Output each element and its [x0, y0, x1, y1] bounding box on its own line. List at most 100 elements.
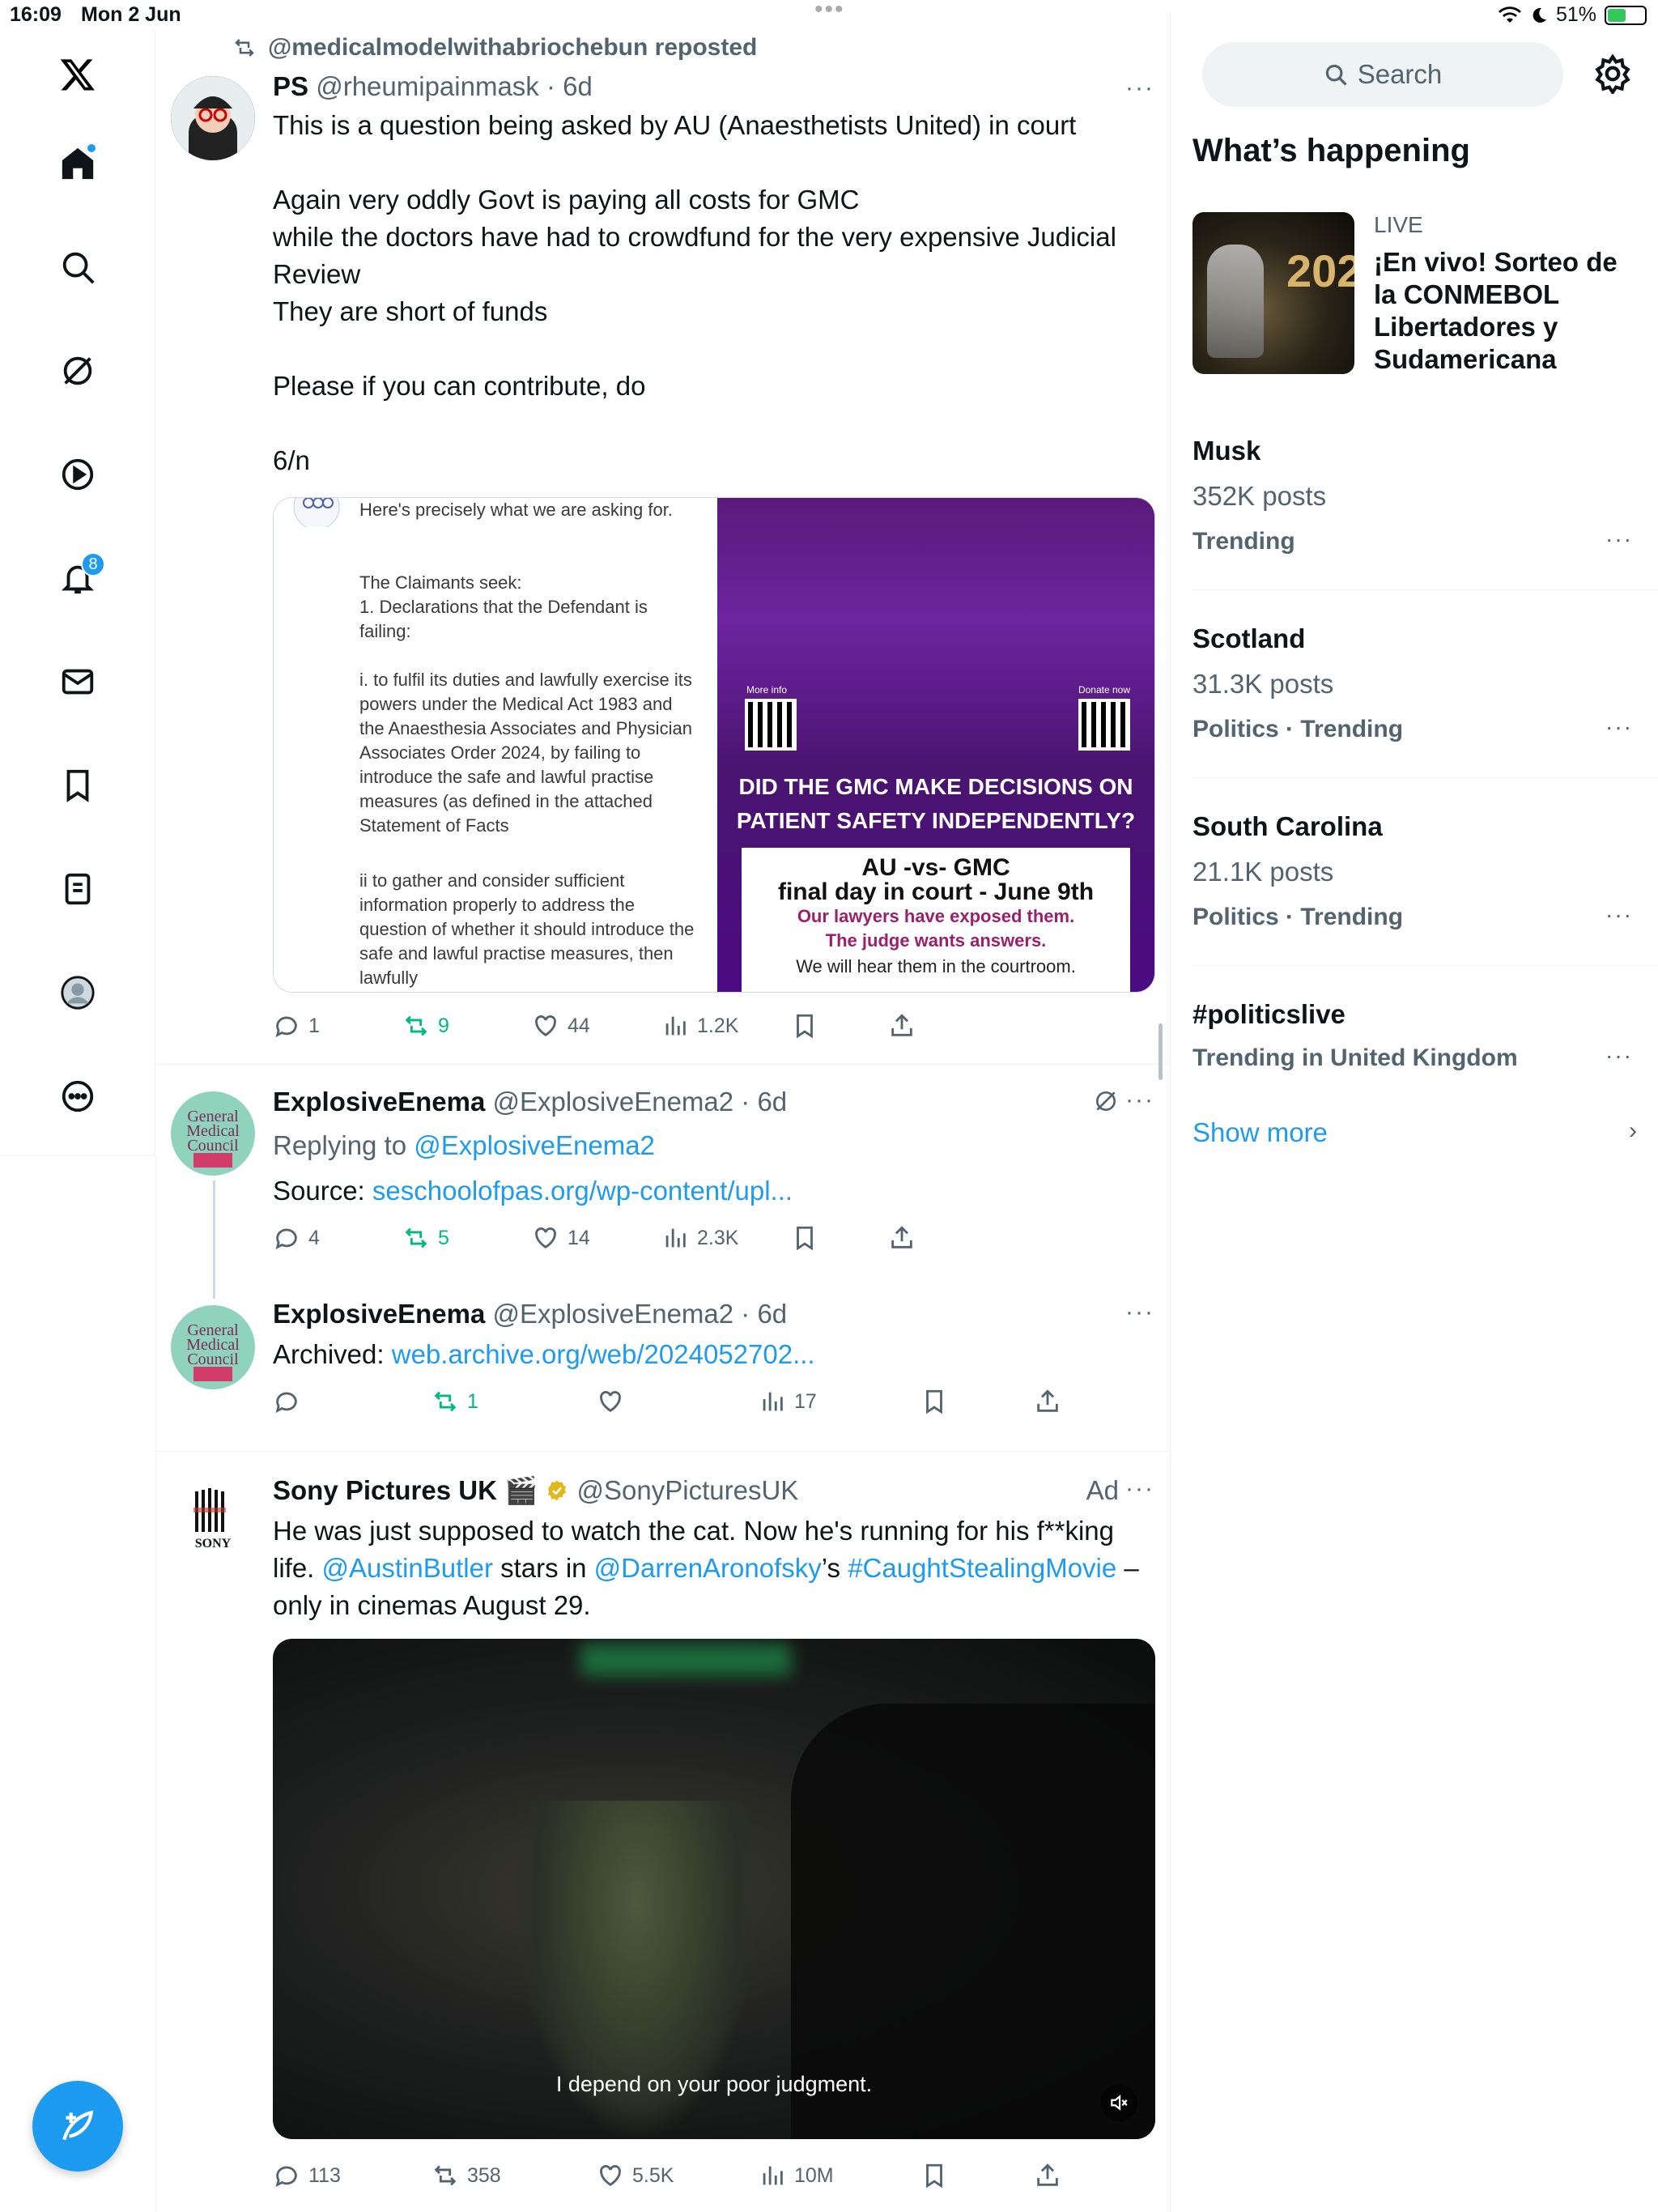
- reply-count: 1: [308, 1014, 320, 1037]
- notifications-bell-icon[interactable]: 8: [49, 549, 107, 607]
- repost-button[interactable]: 9: [402, 1012, 449, 1040]
- share-icon: [1037, 2163, 1058, 2186]
- like-count: 5.5K: [632, 2163, 674, 2187]
- trend-item[interactable]: #politicslive Trending in United Kingdom…: [1192, 999, 1646, 1088]
- grok-icon[interactable]: [49, 342, 107, 400]
- trend-more-button[interactable]: ···: [1605, 714, 1633, 740]
- views-button[interactable]: 2.3K: [661, 1224, 738, 1252]
- search-input[interactable]: Search: [1202, 42, 1563, 107]
- mention-austinbutler[interactable]: @AustinButler: [322, 1553, 493, 1583]
- repost-button[interactable]: 358: [432, 2162, 501, 2189]
- share-button[interactable]: [888, 1012, 916, 1040]
- profile-avatar-icon[interactable]: [49, 963, 107, 1022]
- post-more-button[interactable]: ···: [1125, 1087, 1154, 1114]
- doc-item-1: 1. Declarations that the Defendant is fa…: [359, 597, 648, 641]
- mention-darrenaronofsky[interactable]: @DarrenAronofsky: [594, 1553, 822, 1583]
- hashtag-caughtstealing[interactable]: #CaughtStealingMovie: [848, 1553, 1116, 1583]
- trend-item[interactable]: Musk 352K posts Trending ···: [1192, 436, 1646, 581]
- trend-category: Trending: [1192, 528, 1295, 555]
- post-explosiveenema-1[interactable]: General Medical Council ExplosiveEnema @…: [156, 1064, 1171, 1274]
- bookmarks-icon[interactable]: [49, 756, 107, 815]
- gmc-avatar[interactable]: General Medical Council: [171, 1305, 255, 1389]
- poster-box-subtitle: final day in court - June 9th: [777, 878, 1095, 905]
- reply-count: 4: [308, 1226, 320, 1249]
- share-button[interactable]: [888, 1224, 916, 1252]
- video-subtitle: I depend on your poor judgment.: [555, 2072, 873, 2096]
- replying-to-link[interactable]: @ExplosiveEnema2: [414, 1130, 655, 1160]
- author-handle[interactable]: @SonyPicturesUK: [577, 1475, 799, 1505]
- author-handle-time[interactable]: @rheumipainmask · 6d: [316, 71, 593, 101]
- speaker-muted-icon: [1111, 2095, 1128, 2111]
- bookmark-icon: [926, 1389, 942, 1414]
- repost-count: 5: [438, 1226, 449, 1249]
- trend-item[interactable]: Scotland 31.3K posts Politics · Trending…: [1192, 623, 1646, 769]
- trend-item[interactable]: South Carolina 21.1K posts Politics · Tr…: [1192, 811, 1646, 957]
- repost-button[interactable]: 1: [432, 1388, 478, 1415]
- repost-count: 358: [467, 2163, 501, 2187]
- grok-analyze-icon[interactable]: [1093, 1088, 1119, 1114]
- show-more-link[interactable]: Show more: [1192, 1117, 1328, 1148]
- post-more-button[interactable]: ···: [1125, 1299, 1154, 1326]
- archived-link[interactable]: web.archive.org/web/2024052702...: [392, 1339, 815, 1369]
- like-button[interactable]: 44: [532, 1012, 590, 1040]
- post-more-button[interactable]: ···: [1125, 74, 1154, 102]
- compose-post-button[interactable]: [32, 2081, 123, 2172]
- ad-video-player[interactable]: I depend on your poor judgment.: [273, 1639, 1155, 2139]
- author-name[interactable]: ExplosiveEnema: [273, 1299, 485, 1329]
- bookmark-button[interactable]: [791, 1012, 818, 1040]
- reply-button[interactable]: 4: [273, 1224, 320, 1252]
- post-text: This is a question being asked by AU (An…: [273, 110, 1116, 475]
- repost-count: 9: [438, 1014, 449, 1037]
- trend-post-count: 31.3K posts: [1192, 669, 1334, 699]
- bookmark-icon: [797, 1014, 813, 1039]
- reply-button[interactable]: 113: [273, 2162, 341, 2189]
- author-name[interactable]: ExplosiveEnema: [273, 1087, 485, 1117]
- repost-label[interactable]: @medicalmodelwithabriochebun reposted: [268, 34, 757, 62]
- messages-envelope-icon[interactable]: [49, 653, 107, 711]
- lists-icon[interactable]: [49, 860, 107, 918]
- thumbnail-year-text: 202: [1286, 245, 1354, 296]
- share-button[interactable]: [1034, 2162, 1061, 2189]
- home-icon[interactable]: [49, 134, 107, 193]
- heart-icon: [535, 1015, 556, 1037]
- post-image[interactable]: Here's precisely what we are asking for.…: [273, 497, 1155, 993]
- source-link[interactable]: seschoolofpas.org/wp-content/upl...: [372, 1176, 793, 1206]
- trend-more-button[interactable]: ···: [1605, 902, 1633, 928]
- like-button[interactable]: 5.5K: [597, 2162, 674, 2189]
- gmc-avatar[interactable]: General Medical Council: [171, 1091, 255, 1176]
- bookmark-button[interactable]: [920, 1388, 948, 1415]
- live-event-card[interactable]: 202 LIVE ¡En vivo! Sorteo de la CONMEBOL…: [1192, 212, 1646, 382]
- like-button[interactable]: [597, 1388, 624, 1415]
- post-explosiveenema-2[interactable]: General Medical Council ExplosiveEnema @…: [156, 1274, 1171, 1451]
- views-button[interactable]: 10M: [759, 2162, 834, 2189]
- live-label: LIVE: [1374, 212, 1423, 237]
- bookmark-button[interactable]: [920, 2162, 948, 2189]
- author-handle-time[interactable]: @ExplosiveEnema2 · 6d: [492, 1087, 787, 1117]
- post-ps[interactable]: @medicalmodelwithabriochebun reposted PS…: [156, 11, 1171, 1064]
- search-icon[interactable]: [49, 238, 107, 296]
- post-more-button[interactable]: ···: [1125, 1475, 1154, 1503]
- sony-pictures-logo[interactable]: SONY: [171, 1483, 255, 1568]
- post-sony-ad[interactable]: SONY Sony Pictures UK 🎬 @SonyPicturesUK …: [156, 1451, 1171, 2212]
- video-icon[interactable]: [49, 445, 107, 504]
- views-button[interactable]: 1.2K: [661, 1012, 738, 1040]
- repost-button[interactable]: 5: [402, 1224, 449, 1252]
- post-text: Source: seschoolofpas.org/wp-content/upl…: [273, 1172, 793, 1210]
- views-button[interactable]: 17: [759, 1388, 817, 1415]
- more-options-icon[interactable]: [49, 1067, 107, 1125]
- author-name[interactable]: Sony Pictures UK 🎬: [273, 1475, 538, 1505]
- settings-gear-icon[interactable]: [1592, 53, 1633, 94]
- author-name[interactable]: PS: [273, 71, 308, 101]
- x-logo-icon[interactable]: [49, 45, 107, 104]
- mute-button[interactable]: [1100, 2084, 1137, 2121]
- trend-more-button[interactable]: ···: [1605, 1043, 1633, 1069]
- share-button[interactable]: [1034, 1388, 1061, 1415]
- ps-avatar[interactable]: [171, 76, 255, 160]
- reply-button[interactable]: [273, 1388, 300, 1415]
- trend-more-button[interactable]: ···: [1605, 526, 1633, 552]
- reply-button[interactable]: 1: [273, 1012, 320, 1040]
- author-handle-time[interactable]: @ExplosiveEnema2 · 6d: [492, 1299, 787, 1329]
- bookmark-button[interactable]: [791, 1224, 818, 1252]
- like-button[interactable]: 14: [532, 1224, 590, 1252]
- trend-category: Trending in United Kingdom: [1192, 1044, 1518, 1071]
